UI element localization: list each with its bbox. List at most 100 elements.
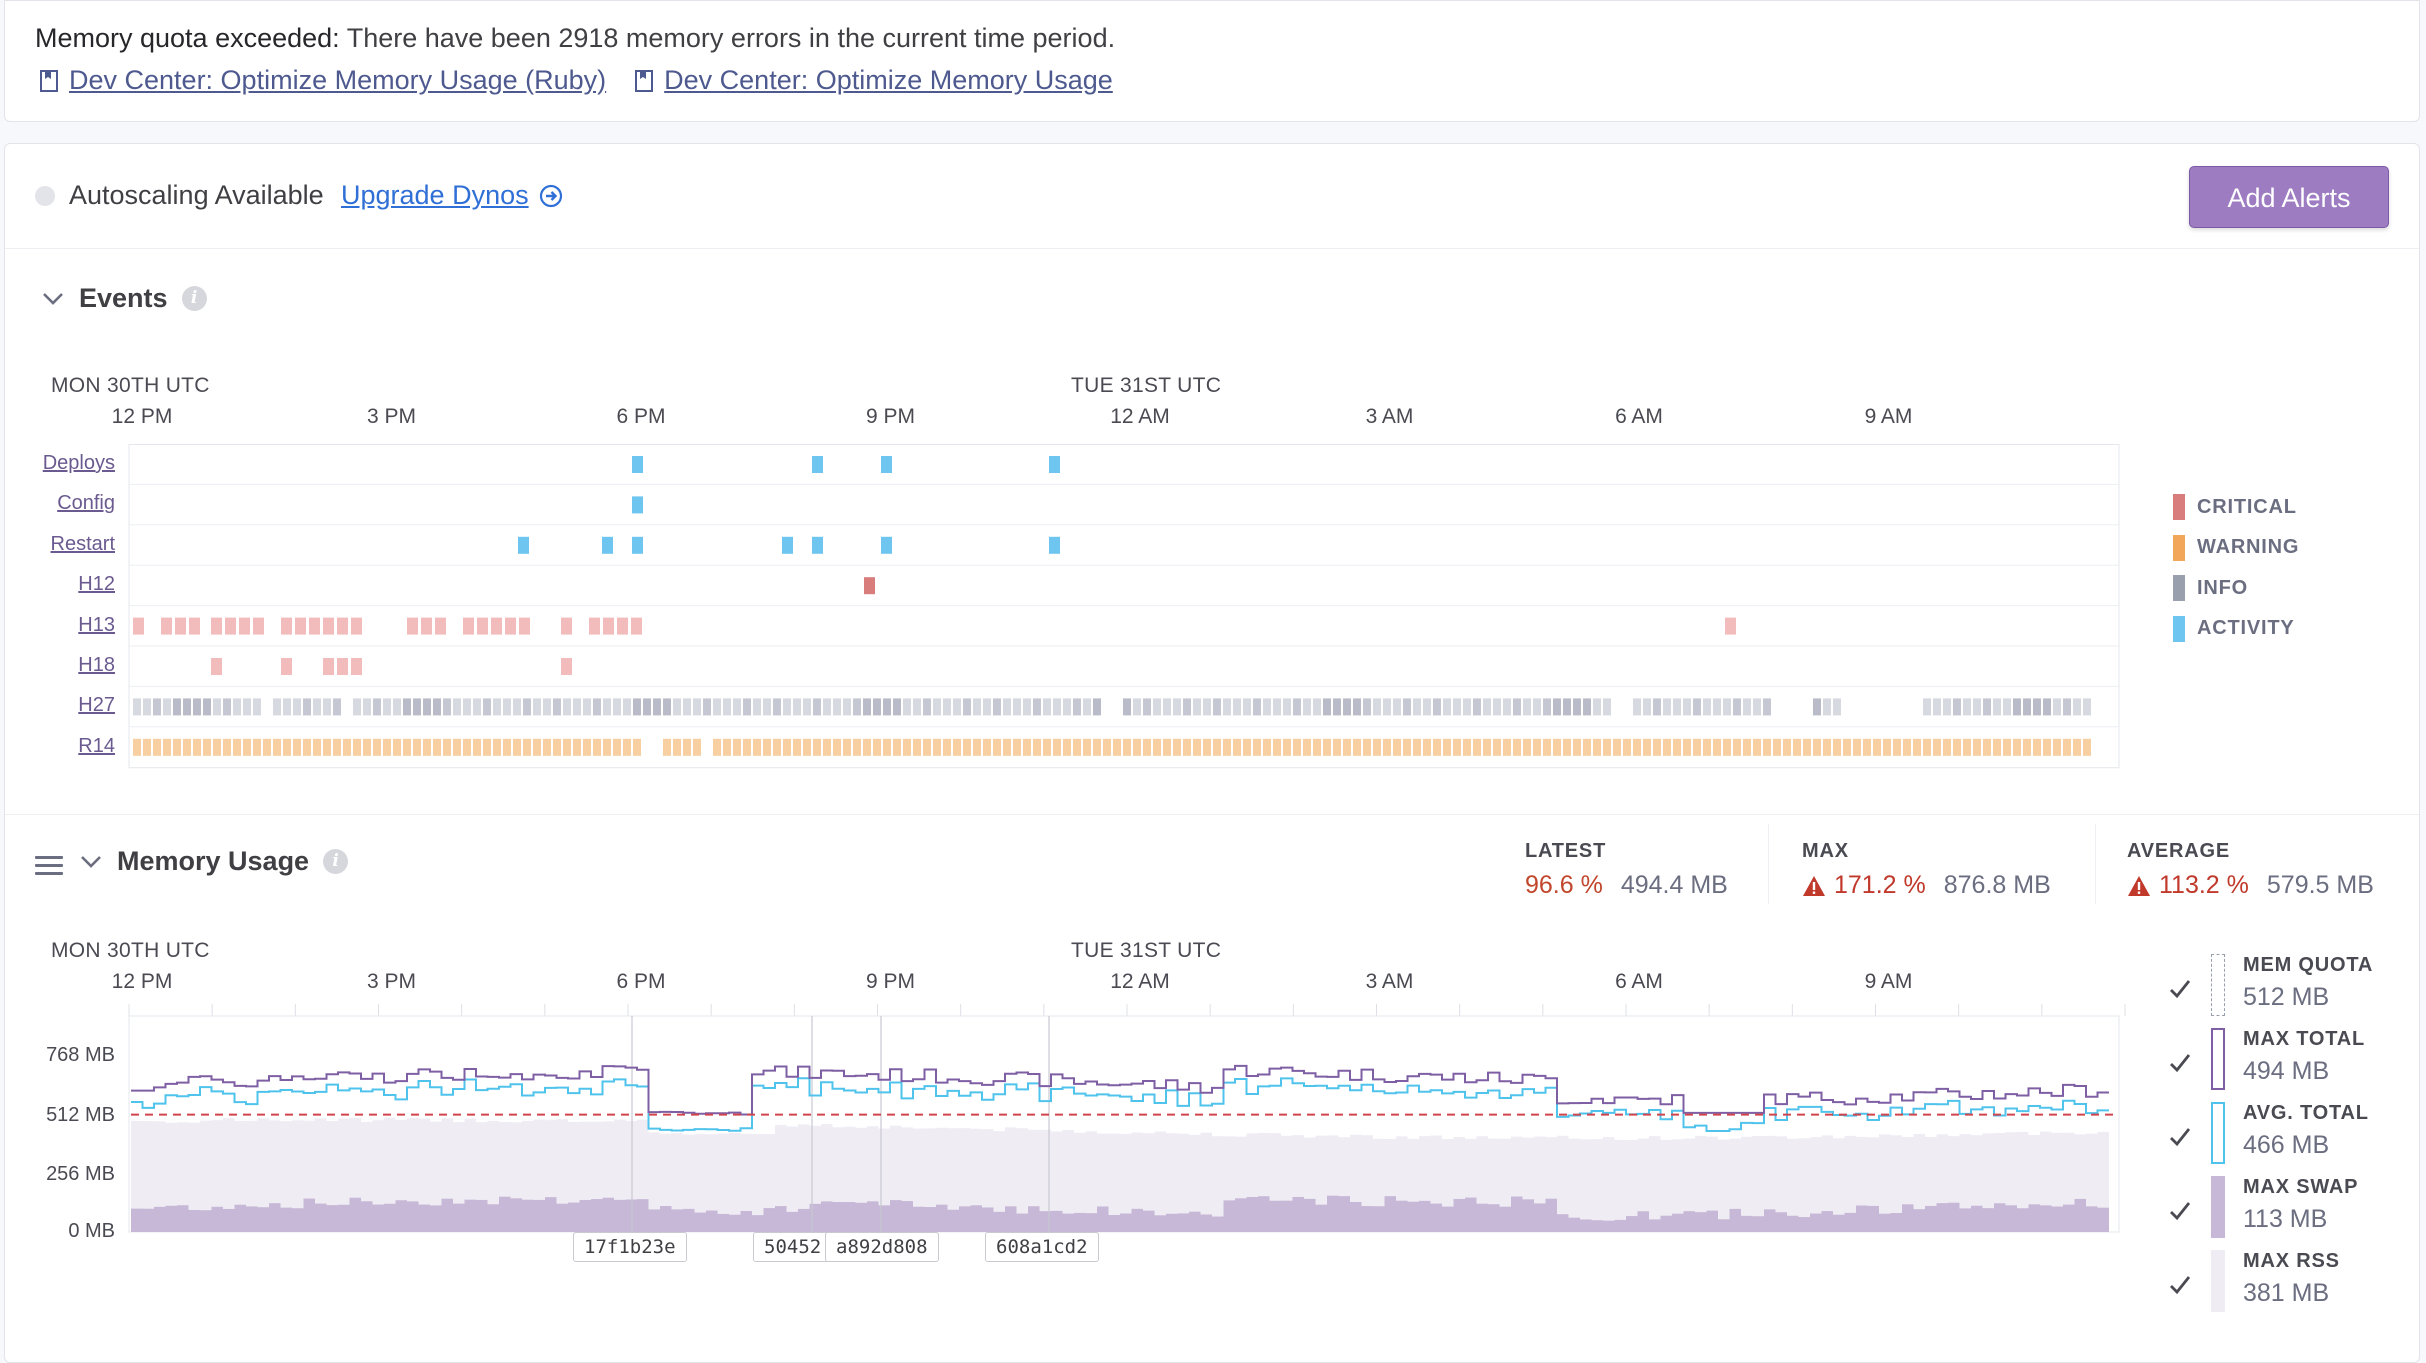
event-mark xyxy=(983,698,991,716)
event-mark xyxy=(433,738,441,756)
event-mark xyxy=(1753,738,1761,756)
event-mark xyxy=(1663,738,1671,756)
event-mark xyxy=(153,738,161,756)
checkmark-icon[interactable] xyxy=(2167,1124,2193,1150)
event-mark xyxy=(523,738,531,756)
event-mark xyxy=(281,658,292,675)
event-mark xyxy=(2053,698,2061,716)
event-row-label-h27[interactable]: H27 xyxy=(5,694,115,717)
max-swap-bar xyxy=(338,1204,350,1232)
commit-tag[interactable]: 608a1cd2 xyxy=(985,1232,1099,1262)
event-mark xyxy=(1743,698,1751,716)
menu-icon[interactable] xyxy=(35,856,63,878)
event-mark xyxy=(433,698,441,716)
checkmark-icon[interactable] xyxy=(2167,1198,2193,1224)
event-row-label-h13[interactable]: H13 xyxy=(5,614,115,637)
event-mark xyxy=(603,698,611,716)
memory-legend-item[interactable]: AVG. TOTAL 466 MB xyxy=(2167,1102,2369,1164)
event-mark xyxy=(2043,738,2051,756)
event-mark xyxy=(1603,738,1611,756)
event-mark xyxy=(773,698,781,716)
add-alerts-button[interactable]: Add Alerts xyxy=(2189,166,2389,228)
max-swap-bar xyxy=(441,1198,453,1232)
max-swap-bar xyxy=(1568,1217,1580,1232)
max-swap-bar xyxy=(154,1206,166,1232)
event-mark xyxy=(1063,698,1071,716)
legend-label: ACTIVITY xyxy=(2197,617,2295,639)
max-swap-bar xyxy=(1971,1205,1983,1232)
event-mark xyxy=(1703,698,1711,716)
event-mark xyxy=(583,698,591,716)
checkmark-icon[interactable] xyxy=(2167,1050,2193,1076)
checkmark-icon[interactable] xyxy=(2167,976,2193,1002)
event-mark xyxy=(603,738,611,756)
commit-tag[interactable]: 17f1b23e xyxy=(573,1232,687,1262)
event-mark xyxy=(2013,698,2021,716)
time-label: 6 PM xyxy=(616,405,666,428)
legend-swatch xyxy=(2173,494,2185,520)
event-mark xyxy=(343,738,351,756)
event-mark xyxy=(763,738,771,756)
max-swap-bar xyxy=(372,1204,384,1232)
event-row-label-r14[interactable]: R14 xyxy=(5,735,115,758)
events-header[interactable]: Events i xyxy=(41,283,207,314)
event-mark xyxy=(1633,738,1641,756)
event-mark xyxy=(483,698,491,716)
memory-legend-item[interactable]: MAX SWAP 113 MB xyxy=(2167,1176,2358,1238)
event-mark xyxy=(632,536,643,554)
event-mark xyxy=(1363,738,1371,756)
event-mark xyxy=(903,698,911,716)
commit-tag[interactable]: a892d808 xyxy=(825,1232,939,1262)
events-chart[interactable] xyxy=(127,444,2127,864)
max-swap-bar xyxy=(1660,1215,1672,1232)
max-swap-bar xyxy=(1775,1212,1787,1232)
event-row-label-config[interactable]: Config xyxy=(5,492,115,515)
info-icon[interactable]: i xyxy=(323,849,349,874)
event-mark xyxy=(1333,738,1341,756)
max-stat-percent-value: 171.2 % xyxy=(1834,871,1926,899)
event-mark xyxy=(1453,698,1461,716)
latest-stat-title: LATEST xyxy=(1525,840,1607,862)
memory-legend-item[interactable]: MEM QUOTA 512 MB xyxy=(2167,954,2373,1016)
event-mark xyxy=(1003,738,1011,756)
event-mark xyxy=(473,698,481,716)
event-mark xyxy=(673,738,681,756)
memory-header[interactable]: Memory Usage i xyxy=(79,846,349,877)
warning-icon xyxy=(1803,875,1825,896)
event-row-label-h18[interactable]: H18 xyxy=(5,654,115,677)
event-mark xyxy=(1873,738,1881,756)
event-mark xyxy=(1373,738,1381,756)
info-icon[interactable]: i xyxy=(181,286,207,311)
event-mark xyxy=(1053,738,1061,756)
upgrade-dynos-link[interactable]: Upgrade Dynos xyxy=(341,180,563,211)
event-mark xyxy=(1023,738,1031,756)
event-mark xyxy=(543,698,551,716)
memory-legend-item[interactable]: MAX RSS 381 MB xyxy=(2167,1250,2340,1312)
max-swap-bar xyxy=(648,1209,660,1232)
stat-divider xyxy=(1768,824,1769,904)
event-mark xyxy=(1049,536,1060,554)
event-row-label-h12[interactable]: H12 xyxy=(5,573,115,596)
event-row-label-deploys[interactable]: Deploys xyxy=(5,452,115,475)
event-mark xyxy=(1733,738,1741,756)
event-mark xyxy=(561,617,572,635)
max-swap-bar xyxy=(1614,1219,1626,1232)
max-swap-bar xyxy=(1281,1200,1293,1232)
devcenter-ruby-link[interactable]: Dev Center: Optimize Memory Usage (Ruby) xyxy=(39,65,606,96)
devcenter-ruby-link-label: Dev Center: Optimize Memory Usage (Ruby) xyxy=(69,65,607,95)
event-mark xyxy=(733,698,741,716)
max-swap-bar xyxy=(1741,1215,1753,1232)
max-swap-bar xyxy=(315,1203,327,1232)
commit-tag[interactable]: 50452 xyxy=(753,1232,833,1262)
event-row-label-restart[interactable]: Restart xyxy=(5,533,115,556)
memory-chart[interactable] xyxy=(127,1004,2127,1259)
event-mark xyxy=(693,738,701,756)
event-mark xyxy=(323,658,334,675)
memory-legend-item[interactable]: MAX TOTAL 494 MB xyxy=(2167,1028,2365,1090)
devcenter-link[interactable]: Dev Center: Optimize Memory Usage xyxy=(634,65,1113,96)
checkmark-icon[interactable] xyxy=(2167,1272,2193,1298)
legend-value: 113 MB xyxy=(2243,1205,2328,1233)
event-mark xyxy=(1453,738,1461,756)
max-swap-bar xyxy=(1120,1213,1132,1232)
average-stat-percent: 113.2 % xyxy=(2127,871,2249,900)
